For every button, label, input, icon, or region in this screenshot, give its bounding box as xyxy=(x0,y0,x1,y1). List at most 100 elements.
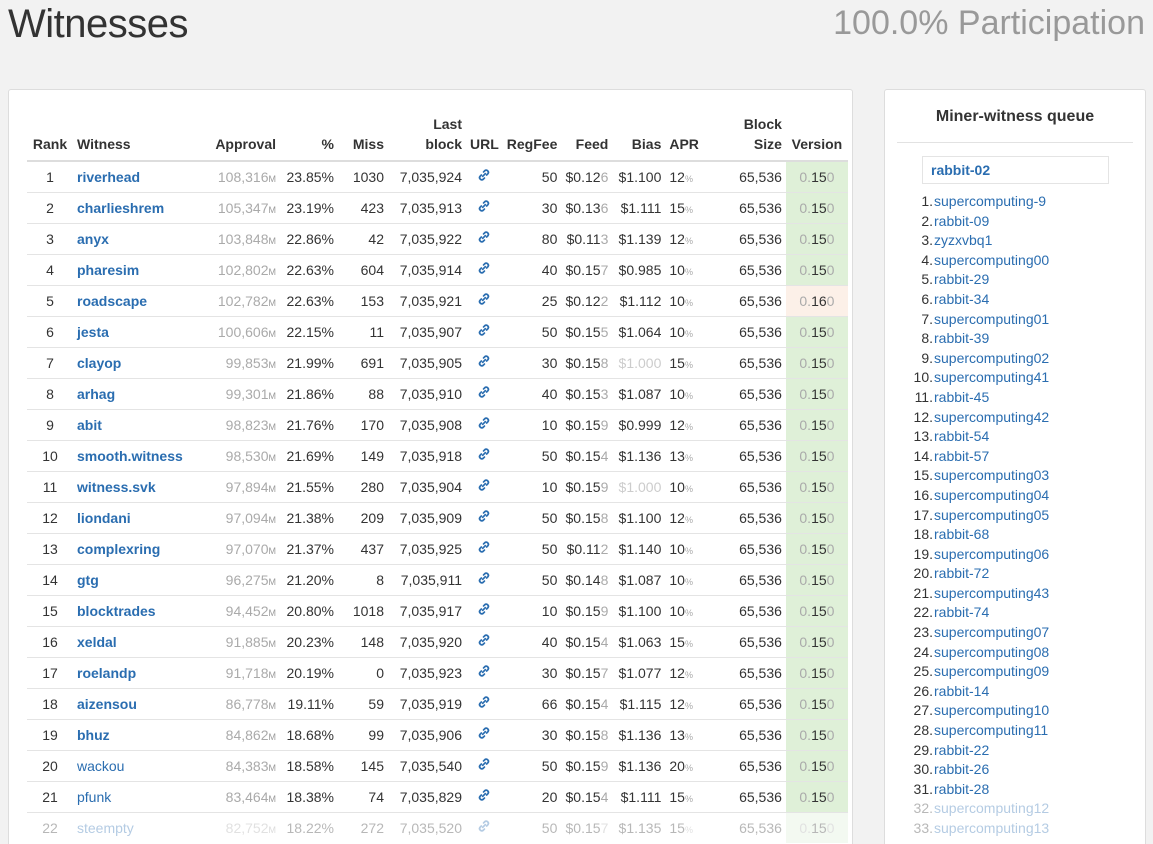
col-miss[interactable]: Miss xyxy=(338,114,388,162)
version-value: 15 xyxy=(811,509,827,526)
queue-item-link[interactable]: supercomputing42 xyxy=(934,409,1049,425)
witness-link[interactable]: anyx xyxy=(77,231,109,247)
link-icon[interactable] xyxy=(477,509,491,523)
version-value: 15 xyxy=(811,261,827,278)
link-icon[interactable] xyxy=(477,540,491,554)
queue-item-link[interactable]: supercomputing00 xyxy=(934,252,1049,268)
table-row: 22 steempty 82,752M 18.22% 272 7,035,520… xyxy=(27,811,848,843)
queue-item-link[interactable]: supercomputing41 xyxy=(934,369,1049,385)
queue-item-link[interactable]: rabbit-57 xyxy=(934,448,989,464)
link-icon[interactable] xyxy=(477,695,491,709)
queue-item-link[interactable]: supercomputing12 xyxy=(934,800,1049,816)
witness-link[interactable]: bhuz xyxy=(77,727,110,743)
witness-link[interactable]: clayop xyxy=(77,355,121,371)
queue-item-link[interactable]: rabbit-45 xyxy=(934,389,989,405)
queue-item-link[interactable]: supercomputing10 xyxy=(934,702,1049,718)
witness-link[interactable]: pharesim xyxy=(77,262,139,278)
queue-item-link[interactable]: supercomputing06 xyxy=(934,546,1049,562)
witness-link[interactable]: riverhead xyxy=(77,169,140,185)
apr-unit: % xyxy=(684,793,693,804)
col-version[interactable]: Version xyxy=(785,114,848,162)
witness-link[interactable]: charlieshrem xyxy=(77,200,164,216)
queue-item-link[interactable]: zyzxvbq1 xyxy=(934,232,992,248)
link-icon[interactable] xyxy=(477,788,491,802)
queue-item-link[interactable]: supercomputing04 xyxy=(934,487,1049,503)
queue-item-link[interactable]: supercomputing43 xyxy=(934,585,1049,601)
link-icon[interactable] xyxy=(477,819,491,833)
queue-item-link[interactable]: rabbit-34 xyxy=(934,291,989,307)
queue-item-link[interactable]: rabbit-28 xyxy=(934,781,989,797)
queue-item-link[interactable]: supercomputing01 xyxy=(934,311,1049,327)
queue-item-link[interactable]: rabbit-39 xyxy=(934,330,989,346)
version-suffix: 0 xyxy=(826,540,835,557)
queue-item-link[interactable]: rabbit-74 xyxy=(934,604,989,620)
witness-link[interactable]: abit xyxy=(77,417,102,433)
col-percent[interactable]: % xyxy=(280,114,338,162)
queue-item-link[interactable]: rabbit-72 xyxy=(934,565,989,581)
link-icon[interactable] xyxy=(477,168,491,182)
witness-link[interactable]: xeldal xyxy=(77,634,117,650)
queue-item-link[interactable]: supercomputing-9 xyxy=(934,193,1046,209)
witness-link[interactable]: aizensou xyxy=(77,696,137,712)
queue-item-link[interactable]: supercomputing03 xyxy=(934,467,1049,483)
link-icon[interactable] xyxy=(477,354,491,368)
queue-item-link[interactable]: rabbit-14 xyxy=(934,683,989,699)
queue-item-link[interactable]: rabbit-54 xyxy=(934,428,989,444)
queue-item-link[interactable]: supercomputing02 xyxy=(934,350,1049,366)
queue-current-miner[interactable]: rabbit-02 xyxy=(922,156,1109,184)
link-icon[interactable] xyxy=(477,757,491,771)
witness-link[interactable]: smooth.witness xyxy=(77,448,183,464)
link-icon[interactable] xyxy=(477,726,491,740)
queue-item-link[interactable]: supercomputing07 xyxy=(934,624,1049,640)
queue-item-link[interactable]: supercomputing05 xyxy=(934,507,1049,523)
link-icon[interactable] xyxy=(477,571,491,585)
queue-item-link[interactable]: supercomputing13 xyxy=(934,820,1049,836)
version-suffix: 0 xyxy=(826,509,835,526)
queue-item: 18.rabbit-68 xyxy=(885,525,1049,545)
witness-link[interactable]: steempty xyxy=(77,820,134,836)
col-approval[interactable]: Approval xyxy=(195,114,280,162)
link-icon[interactable] xyxy=(477,199,491,213)
witness-link[interactable]: complexring xyxy=(77,541,160,557)
witness-link[interactable]: gtg xyxy=(77,572,99,588)
link-icon[interactable] xyxy=(477,385,491,399)
link-icon[interactable] xyxy=(477,292,491,306)
col-url[interactable]: URL xyxy=(466,114,503,162)
witness-link[interactable]: wackou xyxy=(77,758,124,774)
link-icon[interactable] xyxy=(477,478,491,492)
link-icon[interactable] xyxy=(477,633,491,647)
col-apr[interactable]: APR xyxy=(665,114,703,162)
link-icon[interactable] xyxy=(477,416,491,430)
witness-link[interactable]: blocktrades xyxy=(77,603,156,619)
col-last-block[interactable]: Last block xyxy=(388,114,466,162)
link-icon[interactable] xyxy=(477,261,491,275)
col-block-size[interactable]: Block Size xyxy=(702,114,786,162)
witness-link[interactable]: jesta xyxy=(77,324,109,340)
col-regfee[interactable]: RegFee xyxy=(502,114,562,162)
queue-item-link[interactable]: rabbit-26 xyxy=(934,761,989,777)
queue-item-link[interactable]: rabbit-68 xyxy=(934,526,989,542)
queue-item-link[interactable]: rabbit-29 xyxy=(934,271,989,287)
col-feed[interactable]: Feed xyxy=(561,114,613,162)
queue-item-link[interactable]: supercomputing11 xyxy=(934,722,1048,738)
col-bias[interactable]: Bias xyxy=(612,114,666,162)
witness-link[interactable]: witness.svk xyxy=(77,479,156,495)
link-icon[interactable] xyxy=(477,602,491,616)
witness-link[interactable]: roadscape xyxy=(77,293,147,309)
col-rank[interactable]: Rank xyxy=(27,114,73,162)
witness-link[interactable]: pfunk xyxy=(77,789,111,805)
col-last-block-line1: Last xyxy=(433,116,462,132)
bias-cell: $0.999 xyxy=(612,408,666,440)
col-witness[interactable]: Witness xyxy=(73,114,195,162)
link-icon[interactable] xyxy=(477,230,491,244)
witness-link[interactable]: roelandp xyxy=(77,665,136,681)
link-icon[interactable] xyxy=(477,323,491,337)
witness-link[interactable]: liondani xyxy=(77,510,131,526)
link-icon[interactable] xyxy=(477,664,491,678)
link-icon[interactable] xyxy=(477,447,491,461)
queue-item-link[interactable]: supercomputing09 xyxy=(934,663,1049,679)
queue-item-link[interactable]: supercomputing08 xyxy=(934,644,1049,660)
queue-item-link[interactable]: rabbit-09 xyxy=(934,213,989,229)
queue-item-link[interactable]: rabbit-22 xyxy=(934,742,989,758)
witness-link[interactable]: arhag xyxy=(77,386,115,402)
